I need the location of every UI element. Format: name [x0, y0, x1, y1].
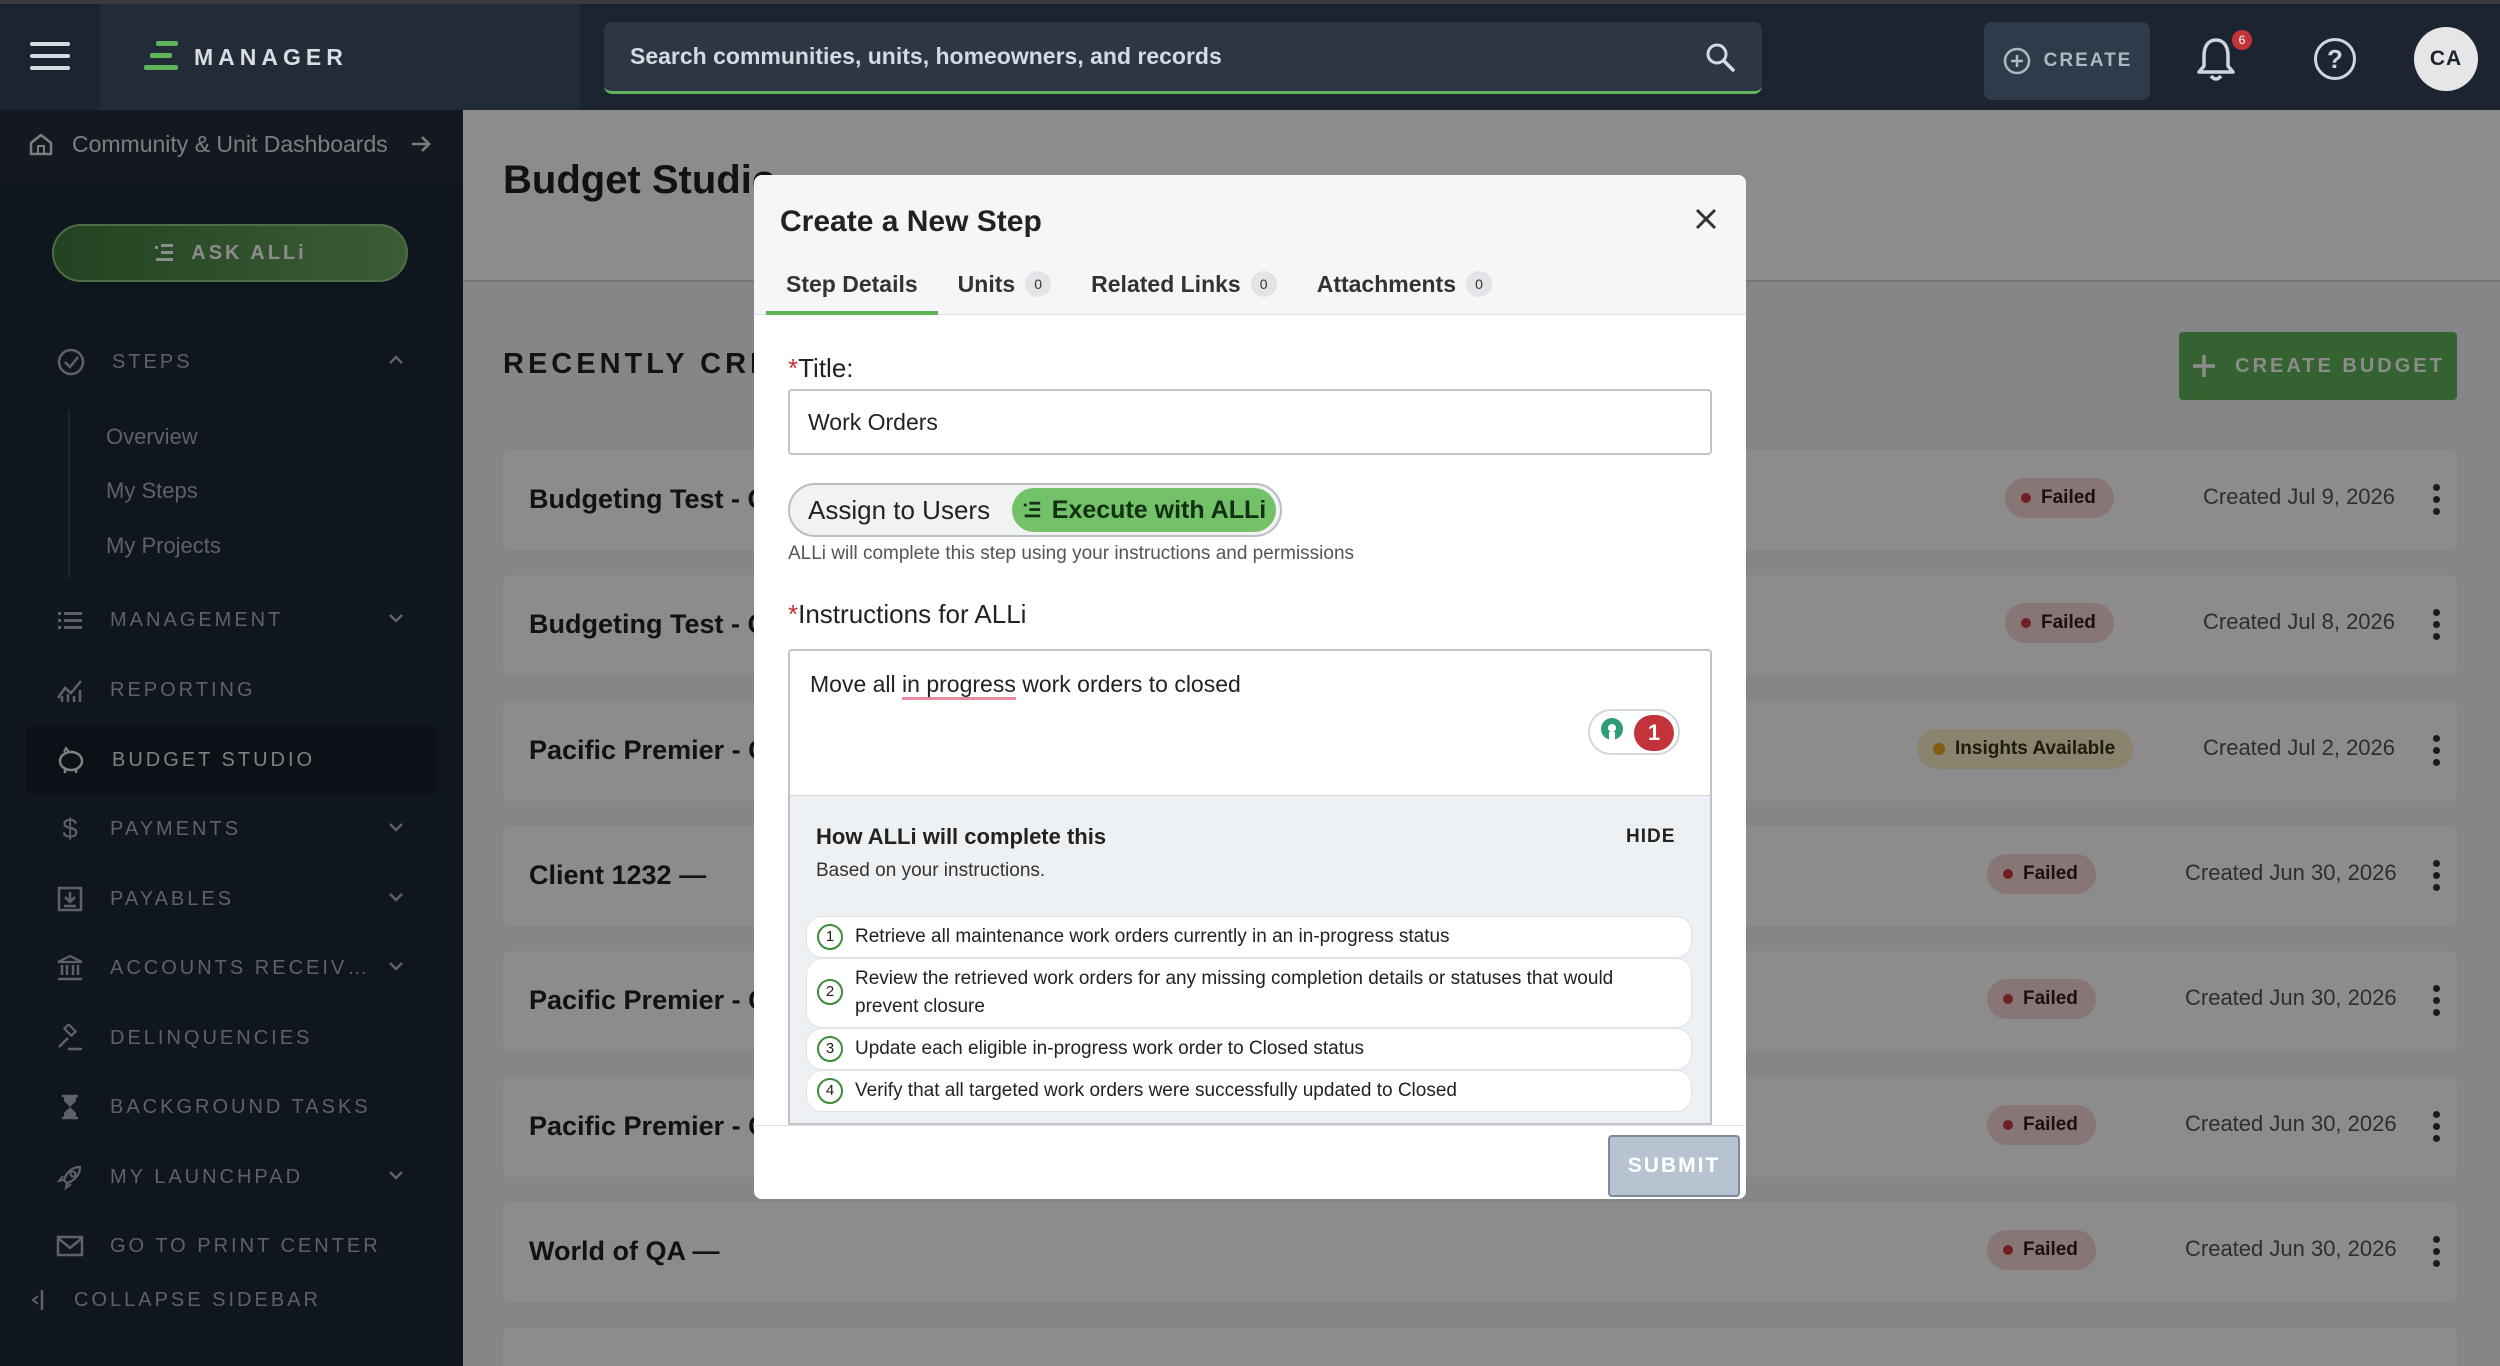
tab-count-badge: 0 [1025, 271, 1052, 297]
logo-icon [142, 39, 178, 75]
step-number: 3 [817, 1036, 843, 1062]
global-search[interactable]: Search communities, units, homeowners, a… [604, 22, 1762, 94]
step-text: Verify that all targeted work orders wer… [855, 1080, 1457, 1101]
tab-count-badge: 0 [1250, 271, 1277, 297]
execution-mode-toggle[interactable]: Assign to Users Execute with ALLi [788, 483, 1282, 537]
search-icon[interactable] [1704, 41, 1736, 73]
modal-header: Create a New Step Step Details Units 0 Re… [754, 175, 1746, 315]
help-icon[interactable]: ? [2314, 38, 2356, 80]
title-input[interactable]: Work Orders [788, 389, 1712, 455]
plus-circle-icon [2003, 47, 2030, 75]
step-text: Update each eligible in-progress work or… [855, 1038, 1365, 1059]
grammar-issue-count: 1 [1634, 715, 1674, 751]
spelling-highlight[interactable]: in progress [902, 671, 1016, 700]
submit-button[interactable]: SUBMIT [1608, 1135, 1740, 1197]
notification-badge: 6 [2232, 30, 2252, 50]
plan-step: 4 Verify that all targeted work orders w… [806, 1070, 1692, 1112]
step-number: 4 [817, 1078, 843, 1104]
assign-to-users-option[interactable]: Assign to Users [790, 495, 1008, 526]
tab-attachments[interactable]: Attachments 0 [1297, 253, 1512, 315]
plan-title: How ALLi will complete this [816, 824, 1107, 849]
tab-step-details[interactable]: Step Details [766, 253, 938, 315]
tab-related-links[interactable]: Related Links 0 [1071, 253, 1297, 315]
modal-tabs: Step Details Units 0 Related Links 0 Attac… [766, 253, 1512, 315]
create-button[interactable]: CREATE [1984, 22, 2150, 100]
step-text: Review the retrieved work orders for any… [855, 968, 1614, 1017]
modal-title: Create a New Step [780, 205, 1042, 238]
step-text: Retrieve all maintenance work orders cur… [855, 926, 1450, 947]
alli-plan-panel: How ALLi will complete this Based on you… [788, 795, 1712, 1125]
lightbulb-icon [1601, 718, 1623, 742]
avatar[interactable]: CA [2414, 27, 2478, 91]
instructions-textarea[interactable]: Move all in progress work orders to clos… [788, 649, 1712, 795]
search-input[interactable]: Search communities, units, homeowners, a… [630, 43, 1704, 70]
plan-subtitle: Based on your instructions. [816, 860, 1046, 881]
app-logo[interactable]: MANAGER [100, 4, 580, 110]
plan-step: 1 Retrieve all maintenance work orders c… [806, 916, 1692, 958]
step-number: 2 [817, 979, 843, 1005]
execute-with-alli-option[interactable]: Execute with ALLi [1012, 488, 1276, 532]
close-icon[interactable] [1690, 203, 1722, 235]
step-number: 1 [817, 924, 843, 950]
create-label: CREATE [2043, 50, 2133, 71]
tab-units[interactable]: Units 0 [938, 253, 1072, 315]
execution-helper-text: ALLi will complete this step using your … [788, 543, 1355, 564]
create-step-modal: Create a New Step Step Details Units 0 Re… [754, 175, 1746, 1199]
grammar-assistant-widget[interactable]: 1 [1588, 709, 1680, 755]
alli-icon [1023, 501, 1040, 518]
hide-plan-button[interactable]: HIDE [1626, 826, 1675, 848]
menu-icon[interactable] [30, 42, 70, 72]
plan-step: 2 Review the retrieved work orders for a… [806, 958, 1692, 1028]
tab-count-badge: 0 [1466, 271, 1493, 297]
bell-icon[interactable] [2194, 36, 2238, 84]
logo-text: MANAGER [194, 43, 348, 70]
top-bar: MANAGER Search communities, units, homeo… [0, 0, 2500, 110]
modal-footer: SUBMIT [754, 1125, 1746, 1199]
title-field-label: *Title: [788, 353, 854, 383]
instructions-label: *Instructions for ALLi [788, 599, 1027, 629]
plan-step: 3 Update each eligible in-progress work … [806, 1028, 1692, 1070]
